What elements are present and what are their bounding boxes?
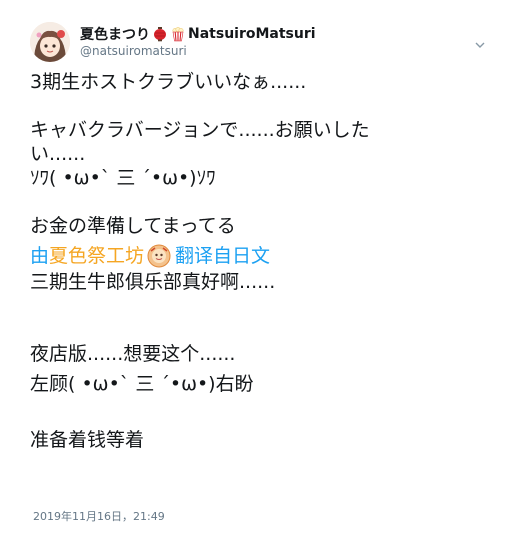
display-name-row[interactable]: 夏色まつり NatsuiroMatsuri bbox=[80, 24, 316, 44]
user-handle[interactable]: @natsuiromatsuri bbox=[80, 44, 187, 58]
chevron-down-icon[interactable] bbox=[474, 36, 486, 48]
translated-text-line: 准备着钱等着 bbox=[30, 429, 145, 451]
translated-text-line: 夜店版......想要这个...... bbox=[30, 343, 236, 365]
tweet-timestamp[interactable]: 2019年11月16日，21:49 bbox=[33, 508, 165, 524]
translated-text-line: 左顾( •ω•` 三 ´•ω•)右盼 bbox=[30, 373, 254, 395]
display-name[interactable]: 夏色まつり bbox=[80, 24, 150, 44]
translated-by-label: 由 bbox=[30, 245, 50, 267]
translation-attribution: 由 夏色祭工坊 翻译自日文 bbox=[30, 242, 490, 270]
tweet-text-line: い...... bbox=[30, 143, 86, 165]
translated-text-line: 三期生牛郎俱乐部真好啊...... bbox=[30, 271, 276, 293]
display-name-suffix[interactable]: NatsuiroMatsuri bbox=[188, 26, 316, 42]
translation-source-link[interactable]: 夏色祭工坊 bbox=[49, 242, 144, 270]
red-lantern-emoji-icon bbox=[152, 26, 168, 42]
tweet-text-line: 3期生ホストクラブいいなぁ...... bbox=[30, 71, 307, 93]
avatar[interactable] bbox=[30, 22, 70, 62]
tweet-body: 3期生ホストクラブいいなぁ...... キャバクラバージョンで......お願い… bbox=[30, 70, 490, 452]
tweet-text-line: お金の準備してまってる bbox=[30, 215, 236, 237]
popcorn-emoji-icon bbox=[170, 26, 186, 42]
tweet-text-line: ｿﾜ( •ω•` 三 ´•ω•)ｿﾜ bbox=[30, 167, 216, 189]
tweet-text-line: キャバクラバージョンで......お願いした bbox=[30, 119, 370, 141]
tweet-header: 夏色まつり NatsuiroMatsuri @natsuiromatsuri bbox=[30, 18, 500, 64]
translator-logo-icon bbox=[147, 244, 171, 268]
avatar-anime-girl-icon bbox=[30, 22, 70, 62]
translated-from-japanese-link[interactable]: 翻译自日文 bbox=[175, 242, 270, 270]
